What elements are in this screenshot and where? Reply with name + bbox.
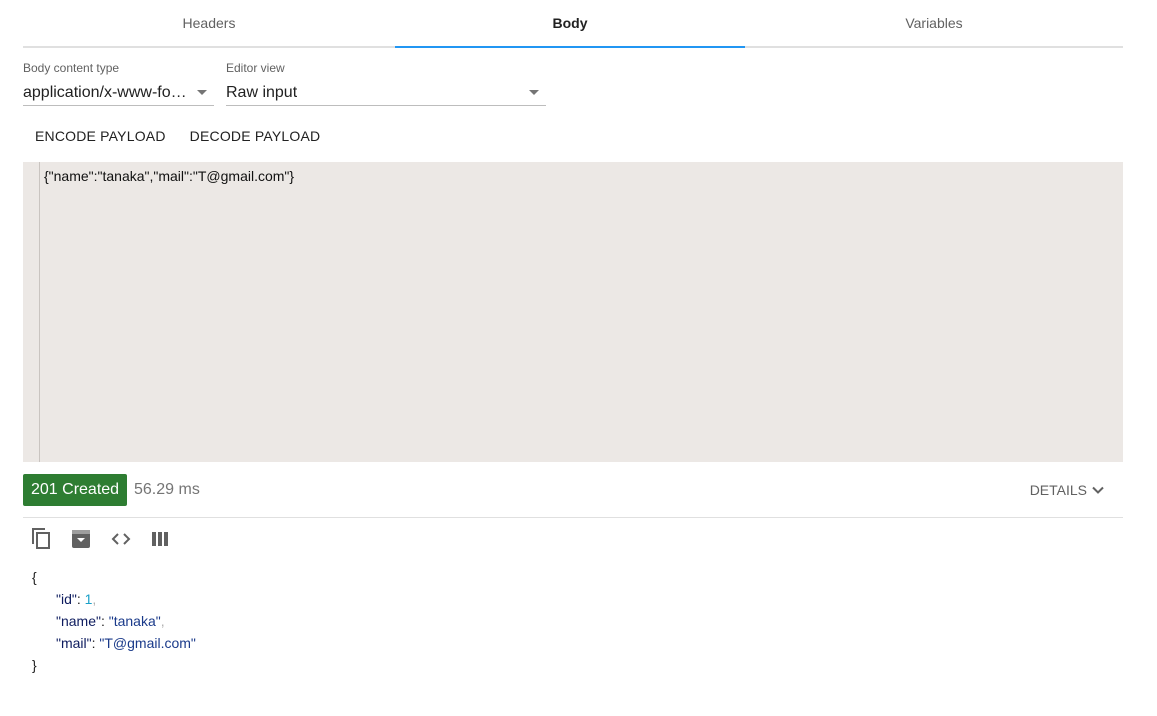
details-button[interactable]: DETAILS [1030,474,1105,506]
editor-gutter [23,162,40,462]
editor-view-select[interactable]: Raw input [226,80,546,106]
editor-view-value: Raw input [226,83,298,101]
code-view-button[interactable] [110,527,132,551]
body-content-type-select[interactable]: application/x-www-fo… [23,80,214,106]
body-content-type-field: Body content type application/x-www-fo… [23,60,214,106]
json-key: "id" [56,591,77,607]
tab-variables[interactable]: Variables [745,0,1123,46]
json-comma: , [92,591,97,607]
chevron-down-icon [1092,486,1104,494]
json-value: "T@gmail.com" [99,635,196,651]
code-view-icon [111,533,131,545]
column-view-icon [152,532,168,546]
json-value: "tanaka" [108,613,161,629]
json-comma: , [160,613,165,629]
json-key: "mail" [56,635,92,651]
response-status-row: 201 Created 56.29 ms DETAILS [23,474,1123,518]
editor-view-label: Editor view [226,61,285,75]
save-button[interactable] [70,527,92,551]
json-row: "name": "tanaka", [56,613,165,629]
chevron-down-icon [197,90,207,95]
json-close-brace: } [32,657,37,673]
editor-content[interactable]: {"name":"tanaka","mail":"T@gmail.com"} [44,168,294,184]
body-content-type-label: Body content type [23,61,120,75]
response-toolbar [30,527,172,551]
tab-bar: Headers Body Variables [23,0,1123,48]
tab-body[interactable]: Body [395,0,745,48]
response-json-view: { "id": 1, "name": "tanaka", "mail": "T@… [32,566,196,676]
payload-actions: ENCODE PAYLOAD DECODE PAYLOAD [23,124,332,148]
decode-payload-button[interactable]: DECODE PAYLOAD [178,124,333,148]
json-row: "id": 1, [56,591,97,607]
response-time: 56.29 ms [134,481,200,498]
copy-icon [32,528,50,549]
body-content-type-value: application/x-www-fo… [23,83,187,101]
tab-headers[interactable]: Headers [23,0,395,46]
column-view-button[interactable] [150,527,172,551]
encode-payload-button[interactable]: ENCODE PAYLOAD [23,124,178,148]
status-badge: 201 Created [23,474,128,506]
body-editor[interactable]: {"name":"tanaka","mail":"T@gmail.com"} [23,162,1123,462]
chevron-down-icon [529,90,539,95]
save-icon [72,530,90,548]
editor-view-field: Editor view Raw input [226,60,546,106]
json-key: "name" [56,613,101,629]
copy-button[interactable] [30,527,52,551]
json-open-brace: { [32,569,37,585]
json-row: "mail": "T@gmail.com" [56,635,196,651]
details-label: DETAILS [1029,482,1087,498]
